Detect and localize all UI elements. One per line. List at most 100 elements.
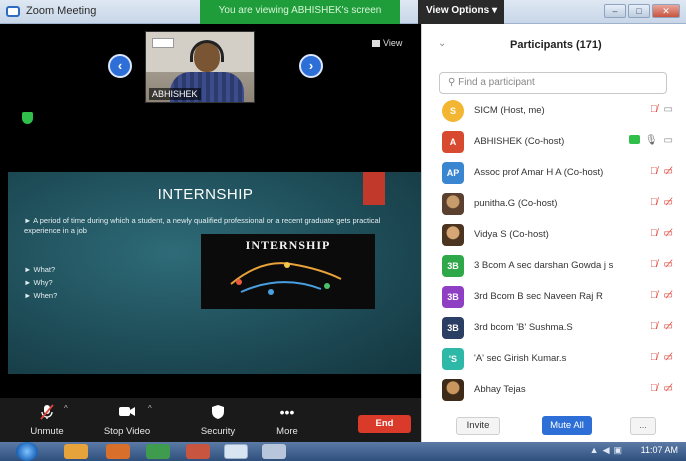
taskbar-chrome-icon[interactable] — [146, 444, 170, 459]
zoom-app-icon — [6, 6, 20, 17]
participant-row[interactable]: Vidya S (Co-host) 🎙̸ ▭̸ — [422, 220, 686, 251]
view-button[interactable]: View — [372, 38, 402, 48]
participant-status-icons: 🎙 ▭ — [628, 135, 673, 146]
speaker-name-label: ABHISHEK — [149, 88, 201, 100]
more-button[interactable]: ••• More — [252, 404, 322, 437]
avatar: A — [442, 131, 464, 153]
avatar: 3B — [442, 255, 464, 277]
start-button[interactable] — [16, 442, 38, 461]
participant-name: SICM (Host, me) — [474, 105, 545, 116]
muted-mic-icon: 🎙̸ — [650, 290, 658, 301]
muted-mic-icon: 🎙̸ — [650, 197, 658, 208]
avatar — [442, 379, 464, 401]
slide-bullet: ► When? — [24, 291, 58, 300]
participant-name: 3rd bcom 'B' Sushma.S — [474, 322, 573, 333]
muted-mic-icon: 🎙̸ — [650, 352, 658, 363]
participant-list: S SICM (Host, me) 🎙̸ ▭ A ABHISHEK (Co-hos… — [422, 96, 686, 406]
muted-mic-icon: 🎙̸ — [650, 259, 658, 270]
taskbar-zoom-icon[interactable] — [224, 444, 248, 459]
participant-name: Assoc prof Amar H A (Co-host) — [474, 167, 604, 178]
participant-name: Abhay Tejas — [474, 384, 526, 395]
participant-row[interactable]: Abhay Tejas 🎙̸ ▭̸ — [422, 375, 686, 406]
video-muted-icon: ▭̸ — [663, 228, 673, 239]
participant-row[interactable]: A ABHISHEK (Co-host) 🎙 ▭ — [422, 127, 686, 158]
unmute-button[interactable]: ^ Unmute — [12, 404, 82, 437]
mic-on-icon: 🎙 — [644, 135, 658, 146]
meeting-toolbar: ^ Unmute ^ Stop Video Security ••• More … — [0, 398, 421, 442]
video-muted-icon: ▭̸ — [663, 321, 673, 332]
security-shield-icon — [183, 404, 253, 420]
security-label: Security — [200, 426, 236, 437]
muted-mic-icon: 🎙̸ — [650, 383, 658, 394]
avatar: 3B — [442, 286, 464, 308]
participant-row[interactable]: S SICM (Host, me) 🎙̸ ▭ — [422, 96, 686, 127]
participant-status-icons: 🎙̸ ▭̸ — [650, 352, 673, 363]
muted-mic-icon: 🎙̸ — [650, 104, 658, 115]
career-path-graphic — [230, 262, 342, 295]
more-dots-icon: ••• — [279, 404, 295, 420]
avatar: 3B — [442, 317, 464, 339]
muted-microphone-icon — [12, 404, 82, 420]
participant-row[interactable]: 3B 3 Bcom A sec darshan Gowda j s 🎙̸ ▭̸ — [422, 251, 686, 282]
screen-share-icon — [628, 135, 640, 144]
slide-internship-image: INTERNSHIP — [201, 234, 375, 309]
participant-row[interactable]: AP Assoc prof Amar H A (Co-host) 🎙̸ ▭̸ — [422, 158, 686, 189]
taskbar-app-icon[interactable] — [64, 444, 88, 459]
invite-button[interactable]: Invite — [456, 417, 500, 435]
participants-more-button[interactable]: ... — [630, 417, 656, 435]
participants-title: Participants (171) — [510, 39, 602, 51]
taskbar-app-icon[interactable] — [106, 444, 130, 459]
muted-mic-icon: 🎙̸ — [650, 166, 658, 177]
slide-bullet: ► What? — [24, 265, 56, 274]
speaker-video-tile[interactable]: ABHISHEK — [145, 31, 255, 103]
audio-options-caret-icon[interactable]: ^ — [64, 404, 68, 413]
participant-row[interactable]: 3B 3rd Bcom B sec Naveen Raj R 🎙̸ ▭̸ — [422, 282, 686, 313]
avatar: AP — [442, 162, 464, 184]
avatar: 'S — [442, 348, 464, 370]
stop-video-label: Stop Video — [103, 426, 151, 437]
end-meeting-button[interactable]: End — [358, 415, 411, 433]
close-window-button[interactable]: ✕ — [652, 4, 680, 18]
previous-video-arrow-icon[interactable]: ‹ — [108, 54, 132, 78]
video-area: ‹ ABHISHEK › View INTERNSHIP ► A period … — [0, 24, 421, 398]
more-label: More — [276, 426, 298, 437]
video-off-icon: ▭ — [663, 135, 673, 146]
participants-header: ⌄ Participants (171) — [422, 24, 686, 70]
stop-video-button[interactable]: ^ Stop Video — [92, 404, 162, 437]
next-video-arrow-icon[interactable]: › — [299, 54, 323, 78]
participant-row[interactable]: 'S 'A' sec Girish Kumar.s 🎙̸ ▭̸ — [422, 344, 686, 375]
encryption-shield-icon — [22, 112, 33, 124]
participant-status-icons: 🎙̸ ▭̸ — [650, 166, 673, 177]
participant-search-input[interactable]: ⚲ Find a participant — [439, 72, 667, 94]
avatar — [442, 193, 464, 215]
collapse-chevron-icon[interactable]: ⌄ — [438, 38, 446, 49]
maximize-button[interactable]: □ — [628, 4, 650, 18]
system-tray-icons[interactable]: ▲◀▣ — [590, 445, 626, 456]
windows-taskbar: ▲◀▣ 11:07 AM — [0, 442, 686, 461]
participants-panel: ⌄ Participants (171) ⚲ Find a participan… — [421, 24, 686, 442]
participant-status-icons: 🎙̸ ▭̸ — [650, 321, 673, 332]
video-muted-icon: ▭̸ — [663, 197, 673, 208]
taskbar-app-icon[interactable] — [186, 444, 210, 459]
muted-mic-icon: 🎙̸ — [650, 228, 658, 239]
participant-name: Vidya S (Co-host) — [474, 229, 549, 240]
search-placeholder: Find a participant — [458, 77, 535, 88]
participant-name: 'A' sec Girish Kumar.s — [474, 353, 567, 364]
slide-title: INTERNSHIP — [157, 186, 254, 203]
minimize-button[interactable]: – — [604, 4, 626, 18]
video-muted-icon: ▭̸ — [663, 259, 673, 270]
mute-all-button[interactable]: Mute All — [542, 416, 592, 435]
muted-mic-icon: 🎙̸ — [650, 321, 658, 332]
video-off-icon: ▭ — [663, 104, 673, 115]
participant-status-icons: 🎙̸ ▭̸ — [650, 259, 673, 270]
security-button[interactable]: Security — [183, 404, 253, 437]
participant-row[interactable]: 3B 3rd bcom 'B' Sushma.S 🎙̸ ▭̸ — [422, 313, 686, 344]
video-poster — [152, 38, 174, 48]
participant-status-icons: 🎙̸ ▭̸ — [650, 383, 673, 394]
slide-bullet-list: ► What? ► Why? ► When? — [24, 263, 57, 302]
video-options-caret-icon[interactable]: ^ — [148, 404, 152, 413]
taskbar-app-icon[interactable] — [262, 444, 286, 459]
participant-row[interactable]: punitha.G (Co-host) 🎙̸ ▭̸ — [422, 189, 686, 220]
video-muted-icon: ▭̸ — [663, 352, 673, 363]
participants-footer: Invite Mute All ... — [422, 412, 686, 442]
